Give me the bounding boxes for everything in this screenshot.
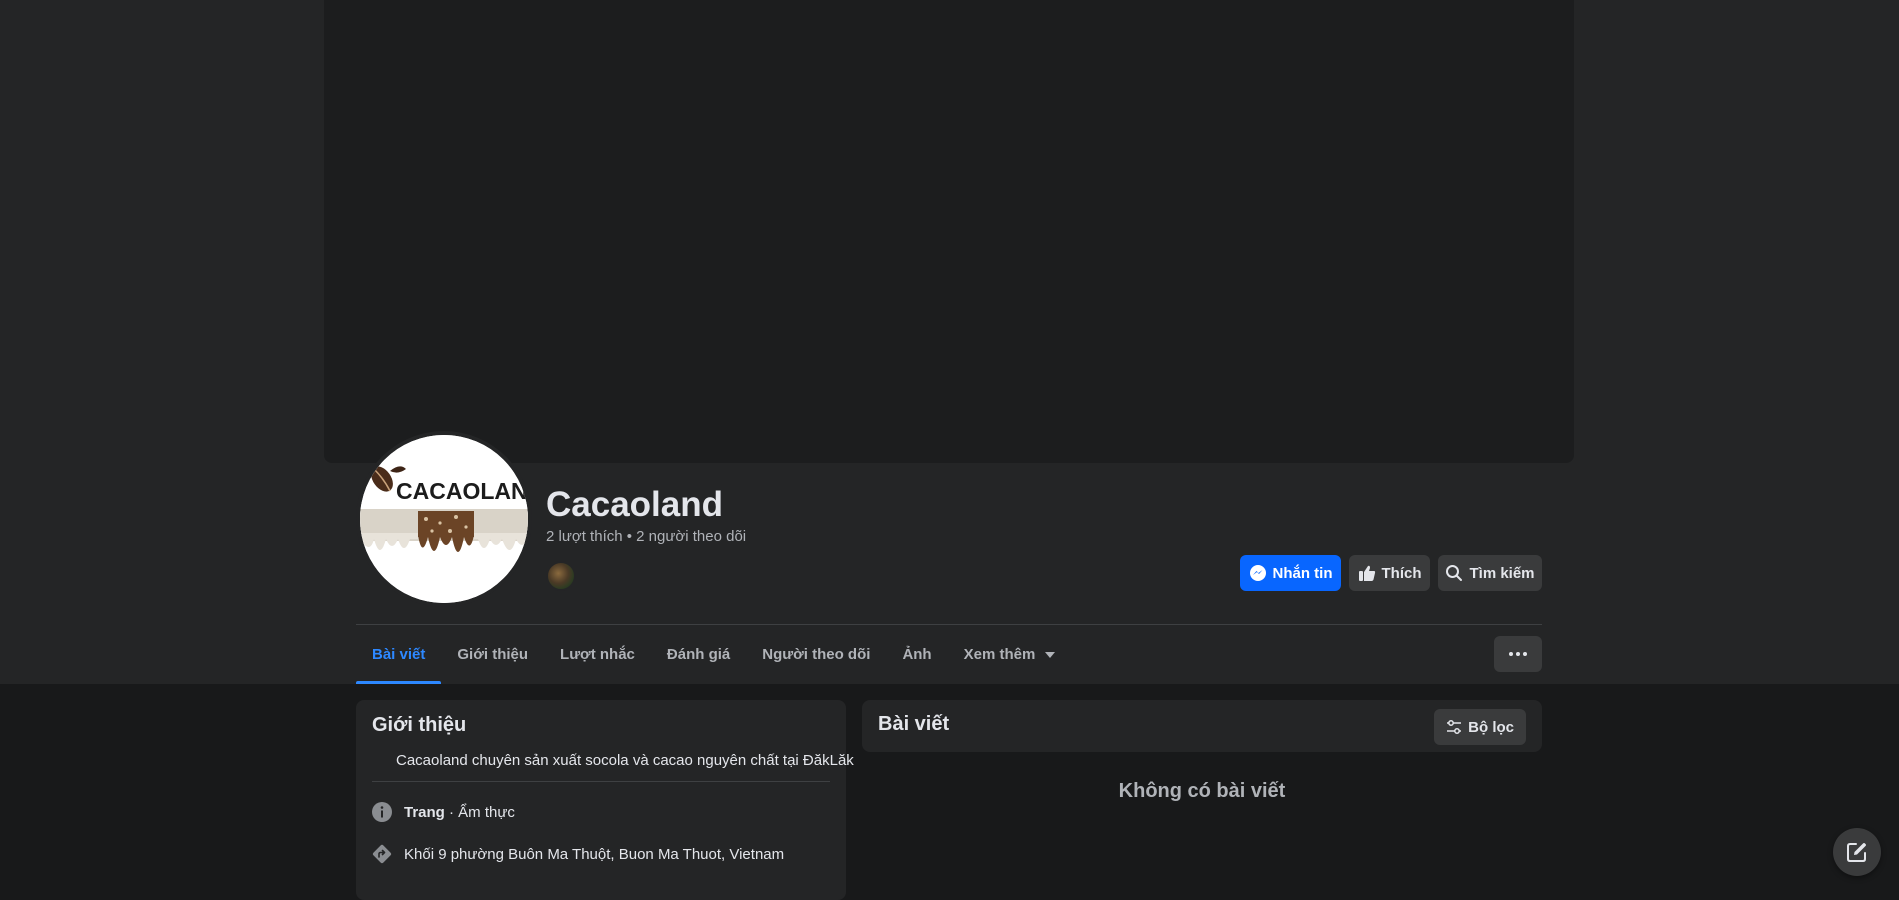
filter-button-label: Bộ lọc (1468, 718, 1514, 736)
tab-followers[interactable]: Người theo dõi (746, 625, 886, 684)
messenger-icon (1249, 565, 1266, 581)
posts-card: Bài viết Bộ lọc (862, 700, 1542, 752)
sliders-icon (1447, 720, 1462, 734)
page-stats[interactable]: 2 lượt thích • 2 người theo dõi (546, 528, 746, 545)
ellipsis-icon (1516, 652, 1520, 656)
tab-about[interactable]: Giới thiệu (441, 625, 544, 684)
address-text[interactable]: Khối 9 phường Buôn Ma Thuột, Buon Ma Thu… (404, 846, 784, 863)
filter-button[interactable]: Bộ lọc (1434, 709, 1526, 745)
tab-label: Đánh giá (666, 646, 731, 663)
profile-tabs: Bài viết Giới thiệu Lượt nhắc Đánh giá N… (356, 625, 1071, 684)
thumbs-up-icon (1358, 565, 1375, 581)
tab-label: Giới thiệu (457, 646, 529, 663)
caret-down-icon (1045, 651, 1056, 658)
cover-photo[interactable] (324, 0, 1574, 463)
intro-divider (372, 781, 830, 782)
tab-see-more[interactable]: Xem thêm (948, 625, 1072, 684)
tab-label: Xem thêm (963, 646, 1036, 663)
compose-icon (1847, 843, 1866, 862)
tab-mentions[interactable]: Lượt nhắc (544, 625, 651, 684)
intro-title: Giới thiệu (372, 714, 467, 736)
tab-photos[interactable]: Ảnh (886, 625, 947, 684)
search-button[interactable]: Tìm kiếm (1438, 555, 1542, 591)
ellipsis-icon (1523, 652, 1527, 656)
info-icon (372, 802, 392, 822)
message-button[interactable]: Nhắn tin (1240, 555, 1341, 591)
search-icon (1446, 565, 1463, 581)
like-button-label: Thích (1381, 564, 1422, 582)
logo-text: CACAOLAND (396, 478, 528, 504)
page-avatar[interactable]: CACAOLAND (360, 435, 528, 603)
tab-reviews[interactable]: Đánh giá (651, 625, 746, 684)
category-row: Trang · Ẩm thực (372, 802, 515, 822)
follower-avatar[interactable] (546, 561, 576, 591)
tab-label: Bài viết (372, 646, 426, 663)
more-options-button[interactable] (1494, 636, 1542, 672)
intro-bio: Cacaoland chuyên sản xuất socola và caca… (396, 752, 854, 769)
tab-label: Ảnh (902, 646, 932, 663)
tab-label: Người theo dõi (762, 646, 871, 663)
category-name: · Ẩm thực (444, 803, 515, 821)
intro-card: Giới thiệu Cacaoland chuyên sản xuất soc… (356, 700, 854, 900)
address-row: Khối 9 phường Buôn Ma Thuột, Buon Ma Thu… (372, 844, 784, 864)
empty-posts-message: Không có bài viết (1118, 780, 1286, 802)
posts-title: Bài viết (878, 713, 950, 735)
search-button-label: Tìm kiếm (1469, 564, 1535, 582)
category-type[interactable]: Trang (404, 804, 445, 821)
page-title[interactable]: Cacaoland (546, 484, 723, 526)
cacaoland-logo: CACAOLAND (360, 435, 528, 603)
directions-icon (372, 844, 392, 864)
tab-posts[interactable]: Bài viết (356, 625, 442, 684)
new-message-button[interactable] (1833, 828, 1881, 876)
message-button-label: Nhắn tin (1272, 564, 1333, 582)
like-button[interactable]: Thích (1349, 555, 1430, 591)
ellipsis-icon (1509, 652, 1513, 656)
tab-label: Lượt nhắc (560, 646, 635, 663)
